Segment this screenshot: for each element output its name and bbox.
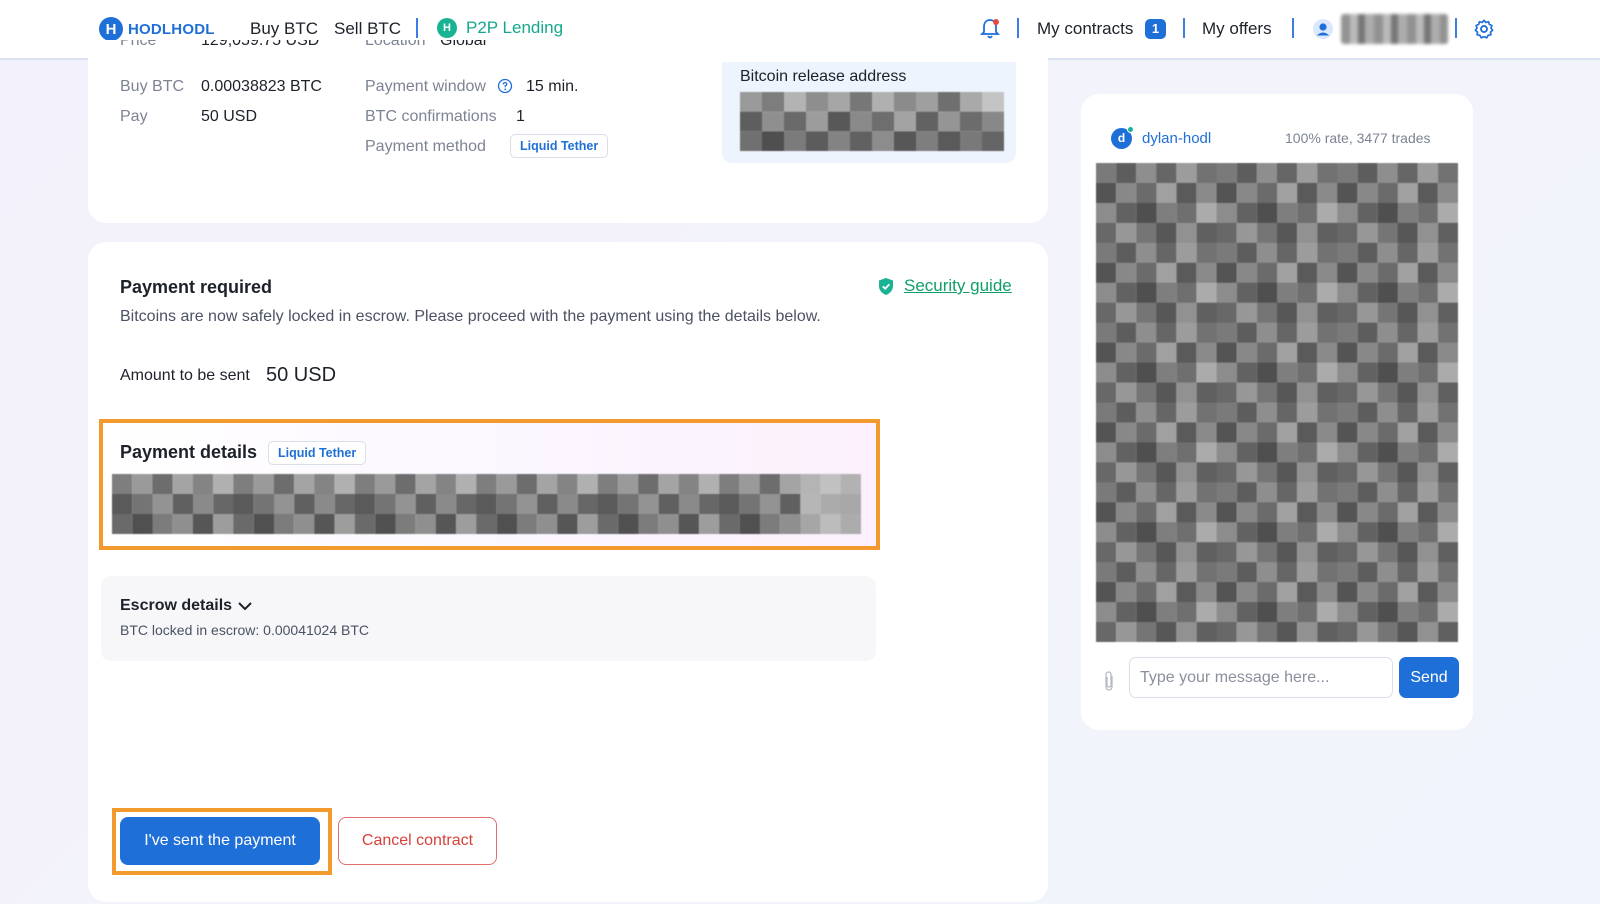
nav-p2p-lending[interactable]: H P2P Lending	[437, 18, 563, 38]
settings-gear-icon[interactable]	[1473, 18, 1495, 40]
chat-messages-redacted	[1096, 163, 1458, 642]
btc-confirmations-value: 1	[516, 108, 525, 125]
payment-required-title: Payment required	[120, 277, 273, 297]
nav-divider	[416, 18, 418, 38]
security-guide-label: Security guide	[904, 276, 1012, 295]
payment-card	[88, 242, 1048, 902]
p2p-lending-icon: H	[437, 18, 457, 38]
cancel-contract-button[interactable]: Cancel contract	[338, 817, 497, 865]
payment-description: Bitcoins are now safely locked in escrow…	[120, 308, 821, 325]
username-redacted[interactable]	[1341, 14, 1448, 44]
notification-bell-icon[interactable]	[980, 18, 1000, 40]
nav-divider	[1292, 18, 1294, 38]
amount-to-send-label: Amount to be sent	[120, 367, 250, 384]
payment-window-value: 15 min.	[526, 78, 579, 95]
paperclip-icon[interactable]	[1102, 670, 1116, 692]
payment-details-title: Payment details	[120, 442, 258, 462]
contracts-count-badge[interactable]: 1	[1145, 19, 1166, 39]
help-circle-icon[interactable]	[497, 78, 513, 94]
logo-text: HODLHODL	[128, 20, 215, 38]
ive-sent-payment-button[interactable]: I've sent the payment	[120, 817, 320, 865]
p2p-lending-label: P2P Lending	[466, 18, 564, 37]
release-address-title: Bitcoin release address	[740, 68, 907, 85]
location-label-cut: Location	[365, 40, 426, 49]
counterparty-username[interactable]: dylan-hodl	[1142, 130, 1211, 147]
nav-my-offers[interactable]: My offers	[1202, 19, 1272, 39]
location-value-cut: Global	[440, 40, 487, 49]
nav-divider	[1017, 18, 1019, 38]
chat-message-input[interactable]	[1129, 657, 1393, 698]
payment-details-tag: Liquid Tether	[268, 441, 367, 465]
buy-btc-label: Buy BTC	[120, 78, 185, 95]
btc-locked-in-escrow: BTC locked in escrow: 0.00041024 BTC	[120, 622, 370, 638]
amount-to-send-value: 50 USD	[266, 364, 337, 386]
nav-buy-btc[interactable]: Buy BTC	[250, 19, 318, 39]
release-address-redacted	[740, 92, 1004, 151]
payment-method-tag: Liquid Tether	[510, 134, 609, 158]
pay-value: 50 USD	[201, 108, 258, 125]
escrow-details-panel	[101, 576, 876, 661]
price-value-cut: 129,059.75 USD	[201, 40, 320, 49]
nav-divider	[1455, 18, 1457, 38]
nav-sell-btc[interactable]: Sell BTC	[334, 19, 401, 39]
payment-details-redacted[interactable]	[112, 474, 861, 534]
online-status-dot	[1127, 126, 1134, 133]
escrow-details-toggle[interactable]: Escrow details	[120, 597, 232, 615]
buy-btc-value: 0.00038823 BTC	[201, 78, 322, 95]
user-icon[interactable]	[1313, 19, 1333, 39]
shield-check-icon	[879, 277, 893, 295]
send-button[interactable]: Send	[1399, 657, 1459, 698]
payment-method-label: Payment method	[365, 138, 486, 155]
logo-icon: H	[99, 17, 123, 41]
security-guide-link[interactable]: Security guide	[877, 276, 1012, 296]
nav-my-contracts[interactable]: My contracts	[1037, 19, 1133, 39]
payment-window-label: Payment window	[365, 78, 486, 95]
pay-label: Pay	[120, 108, 148, 125]
price-label-cut: Price	[120, 40, 157, 49]
nav-divider	[1183, 18, 1185, 38]
counterparty-stats: 100% rate, 3477 trades	[1285, 130, 1431, 146]
hodlhodl-logo[interactable]: H HODLHODL	[99, 17, 215, 41]
chevron-down-icon[interactable]	[237, 600, 253, 612]
btc-confirmations-label: BTC confirmations	[365, 108, 497, 125]
